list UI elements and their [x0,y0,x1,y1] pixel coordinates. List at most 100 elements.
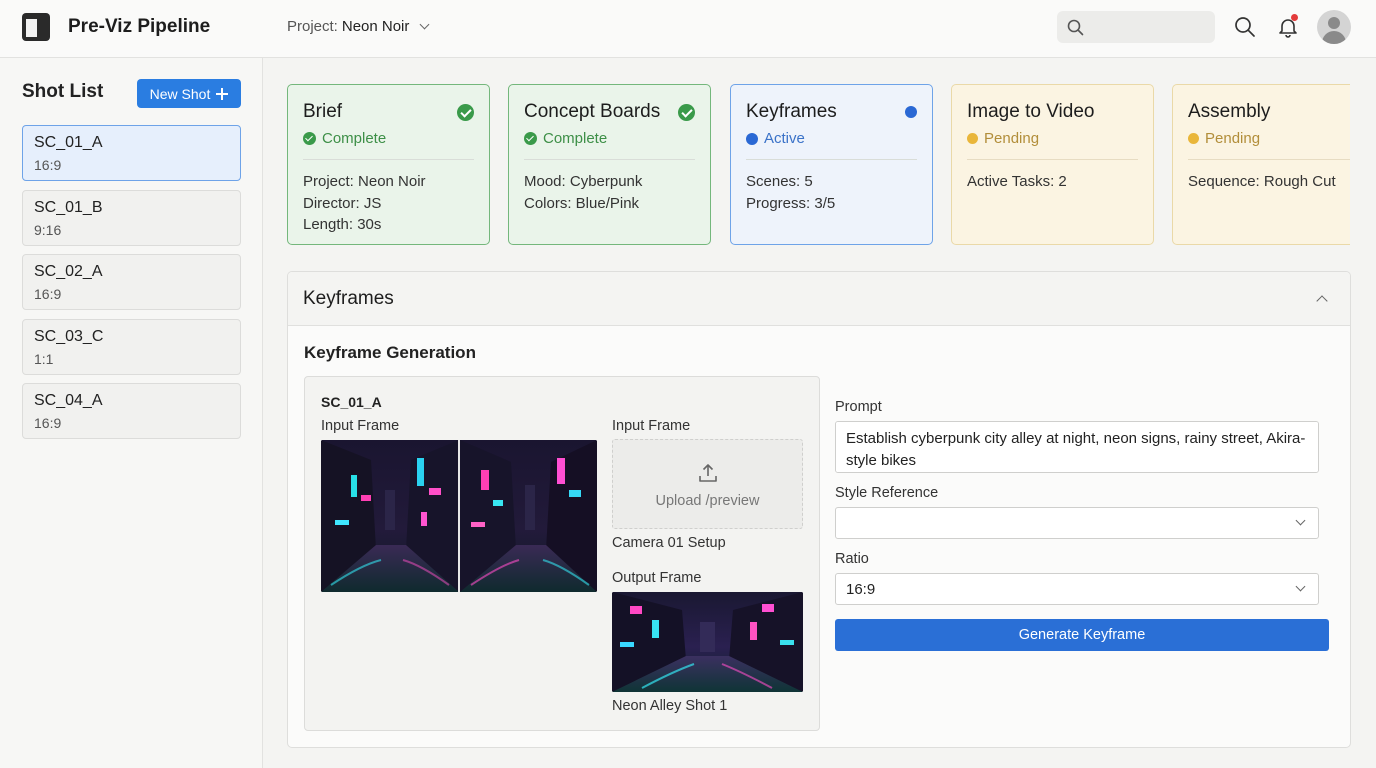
stage-detail: Mood: Cyberpunk [524,173,643,190]
stage-title: Assembly [1188,101,1271,122]
stage-status: Active [746,130,805,147]
stage-details: Project: Neon Noir Director: JS Length: … [303,171,426,236]
shot-code: SC_01_B [34,198,103,216]
stage-image-to-video[interactable]: Image to Video Pending Active Tasks: 2 [951,84,1154,245]
stage-detail: Active Tasks: 2 [967,173,1067,190]
stage-detail: Sequence: Rough Cut [1188,173,1336,190]
search-icon [1235,17,1255,37]
output-caption: Neon Alley Shot 1 [612,698,728,714]
keyframes-panel: Keyframes Keyframe Generation SC_01_A In… [287,271,1351,748]
stage-concept-boards[interactable]: Concept Boards Complete Mood: Cyberpunk … [508,84,711,245]
shot-item-sc-01-a[interactable]: SC_01_A 16:9 [22,125,241,181]
stage-details: Active Tasks: 2 [967,171,1067,193]
ratio-select[interactable]: 16:9 [835,573,1319,605]
shot-item-sc-02-a[interactable]: SC_02_A 16:9 [22,254,241,310]
chevron-up-icon[interactable] [1316,294,1328,306]
generate-keyframe-button[interactable]: Generate Keyframe [835,619,1329,651]
stage-detail: Progress: 3/5 [746,194,836,212]
divider [1188,159,1350,160]
chevron-down-icon [1295,515,1306,526]
divider [524,159,695,160]
stage-title: Concept Boards [524,101,661,122]
plus-icon [216,87,229,100]
stage-details: Sequence: Rough Cut [1188,171,1336,193]
project-name: Neon Noir [341,18,410,35]
notifications-button[interactable] [1277,14,1299,38]
shot-ratio: 9:16 [34,221,62,238]
check-circle-icon [303,132,316,145]
stage-status-label: Complete [322,130,387,147]
stage-title: Keyframes [746,101,837,122]
pending-dot-icon [967,133,978,144]
top-bar: Project: Neon Noir [263,0,1376,58]
keyframe-work-card: SC_01_A Input Frame Input Frame Upload /… [304,376,820,731]
active-dot-icon [746,132,758,145]
stage-title: Image to Video [967,101,1095,122]
input-frame-image [321,440,597,592]
stage-detail: Length: 30s [303,216,382,233]
search-icon [1067,19,1084,36]
upload-dropzone[interactable]: Upload /preview [612,439,803,529]
stage-status-label: Active [764,130,805,147]
stage-status-label: Complete [543,130,608,147]
active-dot-icon [905,106,917,118]
shot-item-sc-01-b[interactable]: SC_01_B 9:16 [22,189,241,246]
brand-header: Pre-Viz Pipeline [0,0,263,58]
divider [967,159,1138,160]
new-shot-button[interactable]: New Shot [137,79,241,108]
project-label: Project: [287,18,338,35]
stage-detail: Director: JS [303,194,382,212]
stage-details: Scenes: 5 Progress: 3/5 [746,171,835,214]
project-selector[interactable]: Project: Neon Noir [287,18,430,35]
user-avatar-icon[interactable] [1317,10,1351,44]
shot-ratio: 16:9 [34,415,62,431]
shot-list: SC_01_A 16:9 SC_01_B 9:16 SC_02_A 16:9 S… [22,125,241,448]
upload-text: Upload /preview [655,493,760,509]
stage-detail: Scenes: 5 [746,173,813,190]
stage-status-label: Pending [984,130,1040,147]
chevron-down-icon [419,19,430,30]
pipeline-stages: Brief Complete Project: Neon Noir Direct… [287,84,1350,246]
divider [303,159,474,160]
search-input[interactable] [1089,17,1207,37]
prompt-input[interactable]: Establish cyberpunk city alley at night,… [835,421,1319,473]
shot-item-sc-04-a[interactable]: SC_04_A 16:9 [22,383,241,439]
stage-detail: Project: Neon Noir [303,173,426,190]
stage-detail: Colors: Blue/Pink [524,194,640,212]
stage-status: Pending [967,130,1039,147]
shot-ratio: 16:9 [34,286,62,302]
shot-code: SC_04_A [34,392,103,409]
ratio-value: 16:9 [846,581,876,598]
shot-ratio: 16:9 [34,157,62,173]
pending-dot-icon [1188,133,1199,144]
stage-status: Complete [524,130,607,147]
shot-code: SC_01_A [34,134,103,151]
notification-badge [1291,14,1298,21]
input-frame-label: Input Frame [321,418,400,434]
camera-caption: Camera 01 Setup [612,535,726,551]
shot-item-sc-03-c[interactable]: SC_03_C 1:1 [22,318,241,375]
style-reference-select[interactable] [835,507,1319,539]
app-logo-icon [22,13,50,41]
sidebar: Pre-Viz Pipeline Shot List New Shot SC_0… [0,0,263,768]
stage-brief[interactable]: Brief Complete Project: Neon Noir Direct… [287,84,490,245]
prompt-label: Prompt [835,399,882,415]
section-title: Keyframe Generation [304,343,476,362]
search-button[interactable] [1234,16,1256,38]
shot-list-title: Shot List [22,81,104,102]
stage-details: Mood: Cyberpunk Colors: Blue/Pink [524,171,642,214]
shot-code-label: SC_01_A [321,394,382,410]
ratio-label: Ratio [835,551,869,567]
stage-assembly[interactable]: Assembly Pending Sequence: Rough Cut [1172,84,1350,245]
shot-code: SC_03_C [34,327,104,345]
app-title: Pre-Viz Pipeline [68,16,211,37]
stage-status: Pending [1188,130,1260,147]
chevron-down-icon [1295,581,1306,592]
output-frame-label: Output Frame [612,570,702,586]
stage-keyframes[interactable]: Keyframes Active Scenes: 5 Progress: 3/5 [730,84,933,245]
shot-ratio: 1:1 [34,350,54,367]
stage-status-label: Pending [1205,130,1261,147]
style-reference-label: Style Reference [835,485,939,501]
check-circle-icon [457,104,474,121]
panel-header[interactable]: Keyframes [288,272,1350,326]
